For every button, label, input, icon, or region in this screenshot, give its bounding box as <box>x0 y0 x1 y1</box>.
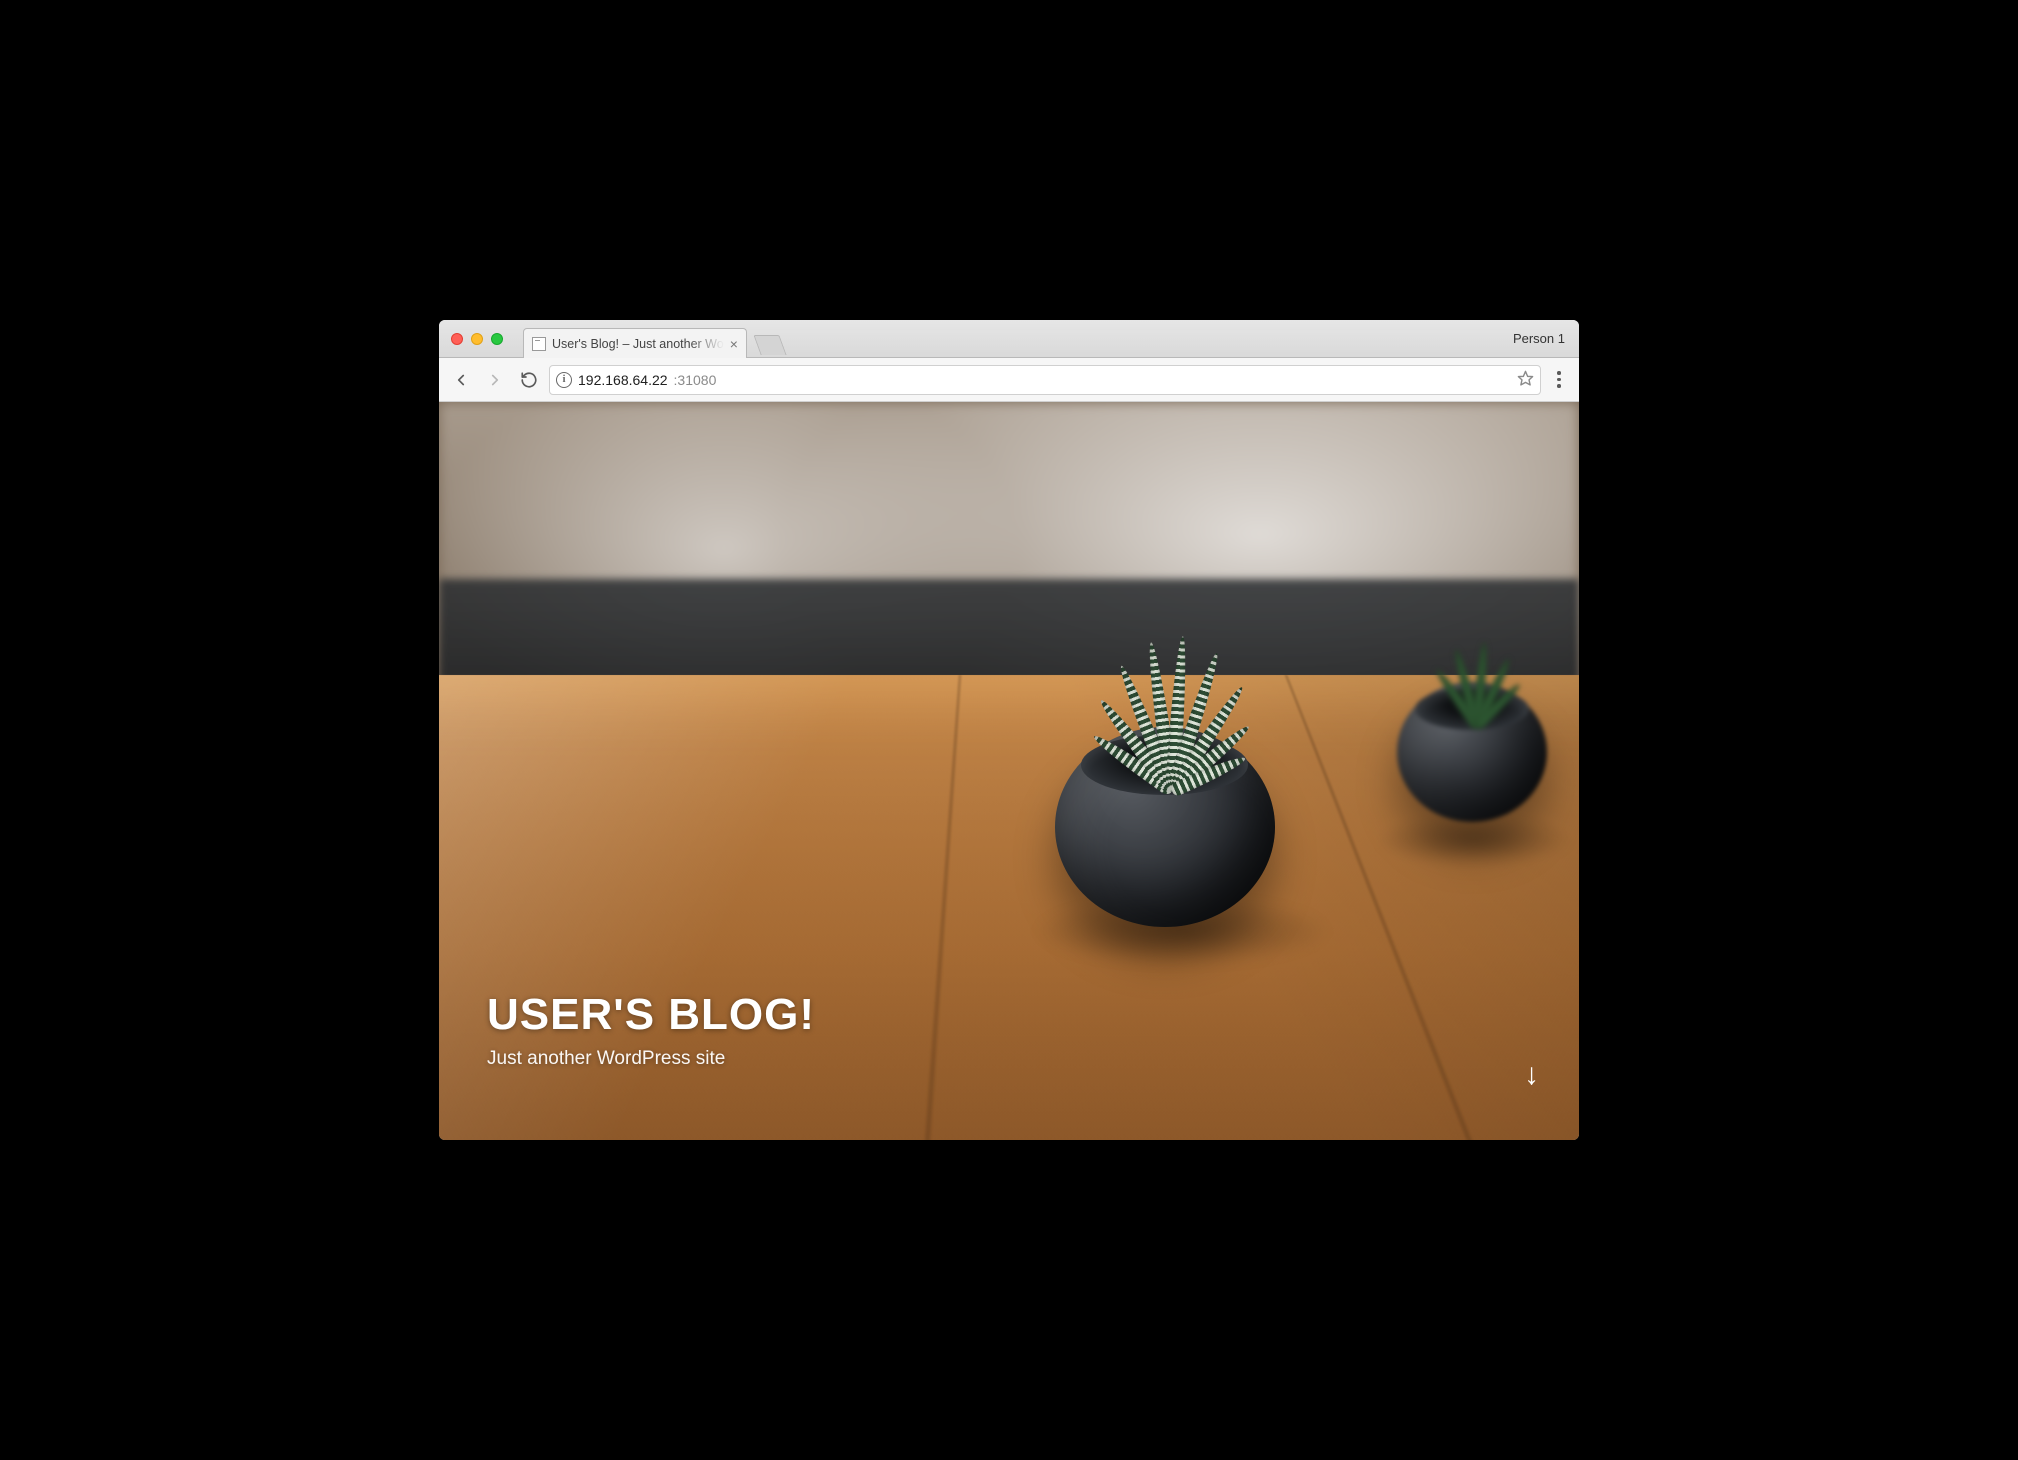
window-controls <box>449 320 509 357</box>
close-tab-button[interactable]: × <box>730 337 738 351</box>
toolbar: i 192.168.64.22 :31080 <box>439 358 1579 402</box>
forward-button[interactable] <box>481 366 509 394</box>
profile-label[interactable]: Person 1 <box>1513 320 1565 357</box>
minimize-window-button[interactable] <box>471 333 483 345</box>
hero-text: USER'S BLOG! Just another WordPress site <box>487 990 815 1070</box>
page-viewport[interactable]: USER'S BLOG! Just another WordPress site… <box>439 402 1579 1140</box>
browser-menu-button[interactable] <box>1547 371 1571 388</box>
site-title[interactable]: USER'S BLOG! <box>487 990 815 1040</box>
bookmark-star-icon[interactable] <box>1517 370 1534 390</box>
tab-title: User's Blog! – Just another Wo <box>552 337 724 351</box>
page-favicon-icon <box>532 337 546 351</box>
address-bar[interactable]: i 192.168.64.22 :31080 <box>549 365 1541 395</box>
plant-pot-primary <box>1055 727 1275 927</box>
url-host: 192.168.64.22 <box>578 372 668 388</box>
close-window-button[interactable] <box>451 333 463 345</box>
plant-pot-secondary <box>1397 682 1547 822</box>
reload-button[interactable] <box>515 366 543 394</box>
new-tab-button[interactable] <box>753 335 786 355</box>
browser-tab[interactable]: User's Blog! – Just another Wo × <box>523 328 747 358</box>
browser-window: User's Blog! – Just another Wo × Person … <box>439 320 1579 1140</box>
scroll-down-button[interactable]: ↓ <box>1524 1060 1539 1090</box>
back-button[interactable] <box>447 366 475 394</box>
site-info-icon[interactable]: i <box>556 372 572 388</box>
maximize-window-button[interactable] <box>491 333 503 345</box>
url-port: :31080 <box>674 372 717 388</box>
tab-bar: User's Blog! – Just another Wo × Person … <box>439 320 1579 358</box>
site-tagline: Just another WordPress site <box>487 1048 815 1070</box>
